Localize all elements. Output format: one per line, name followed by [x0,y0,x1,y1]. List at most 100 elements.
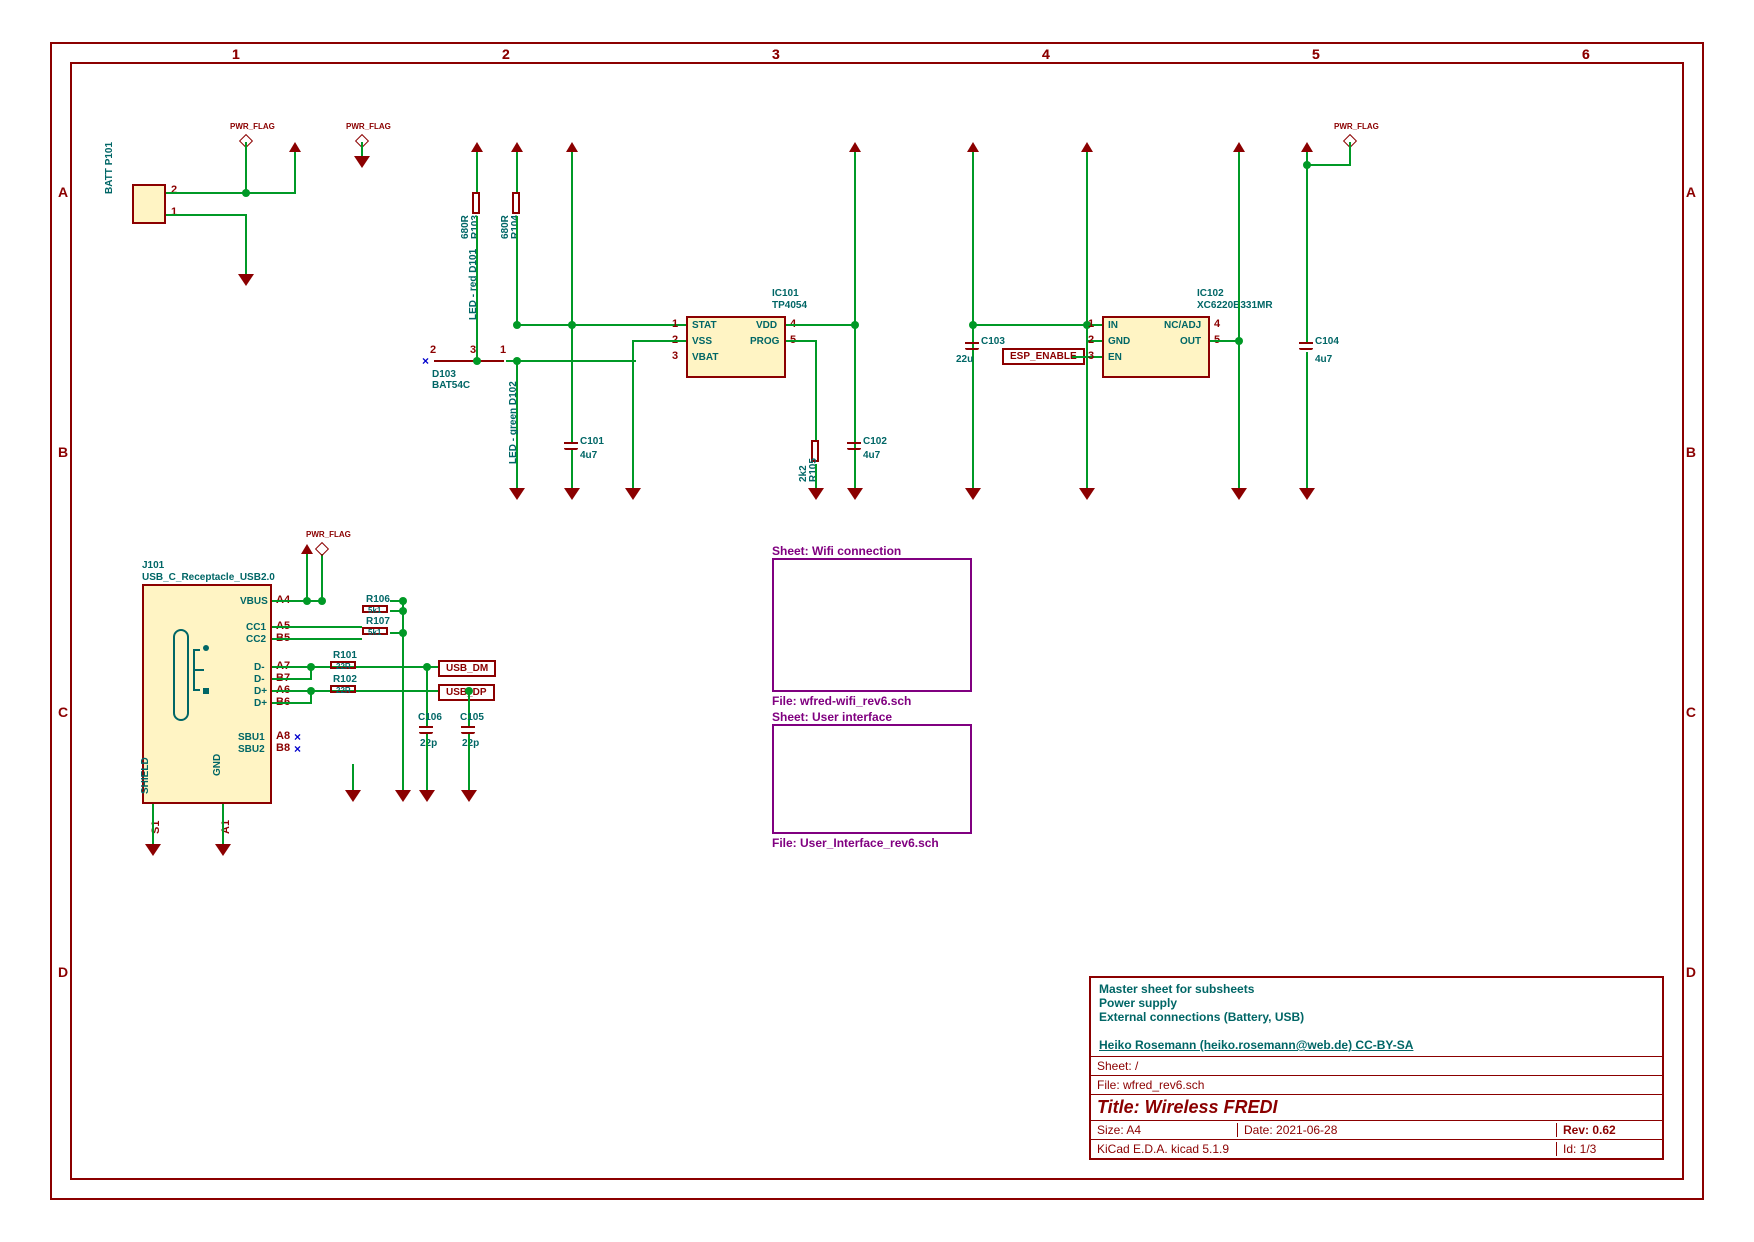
row-tick: B [58,444,68,460]
pin: 1 [500,344,506,356]
row-tick: D [1686,964,1696,980]
row-tick: D [58,964,68,980]
usb-cc2: CC2 [246,634,266,645]
sheet-wifi-title: Sheet: Wifi connection [772,544,901,558]
kicad: KiCad E.D.A. kicad 5.1.9 [1097,1142,1556,1156]
usb-ref: J101 [142,560,164,571]
ic102-in: IN [1108,320,1118,331]
r104-val: 680R [500,215,511,239]
r102-ref: R102 [333,674,357,685]
ic102-val: XC6220B331MR [1197,300,1273,311]
ic102-out: OUT [1180,336,1201,347]
r103-val: 680R [460,215,471,239]
ic101-stat: STAT [692,320,717,331]
c105-ref: C105 [460,712,484,723]
c104-val: 4u7 [1315,354,1332,365]
ic101-vss: VSS [692,336,712,347]
date: Date: 2021-06-28 [1237,1123,1556,1137]
usb-vbus: VBUS [240,596,268,607]
desc1: Master sheet for subsheets [1099,982,1654,996]
r101-ref: R101 [333,650,357,661]
schematic-frame-outer: 1 2 3 4 5 6 1 2 3 4 5 6 A B C D A B C D … [50,42,1704,1200]
c106-ref: C106 [418,712,442,723]
usb-dp: D+ [254,698,267,709]
ic101-vbat: VBAT [692,352,718,363]
author: Heiko Rosemann (heiko.rosemann@web.de) C… [1099,1038,1654,1052]
c102-val: 4u7 [863,450,880,461]
usb-icon [172,620,212,730]
c104-ref: C104 [1315,336,1339,347]
hlabel-usb-dm: USB_DM [438,660,496,677]
id: Id: 1/3 [1556,1142,1656,1156]
ic101-vdd: VDD [756,320,777,331]
row-tick: A [58,184,68,200]
c101-val: 4u7 [580,450,597,461]
pwr-flag: PWR_FLAG [1334,122,1379,131]
pin: 1 [171,206,177,218]
sheet-wifi[interactable] [772,558,972,692]
sheet-ui-title: Sheet: User interface [772,710,892,724]
r107-ref: R107 [366,616,390,627]
led-green: LED - green D102 [508,381,519,464]
usb-cc1: CC1 [246,622,266,633]
component-r104 [512,192,520,214]
usb-gnd: GND [212,754,223,776]
usb-sbu2: SBU2 [238,744,265,755]
c103-ref: C103 [981,336,1005,347]
d103-ref: D103 [432,369,456,380]
pin: 1 [672,318,678,330]
usb-shield: SHIELD [140,757,151,794]
c103-val: 22u [956,354,973,365]
d103-val: BAT54C [432,380,470,391]
no-connect: × [422,354,429,368]
component-c102 [847,442,861,450]
title: Title: Wireless FREDI [1097,1097,1278,1118]
r107-val: 5k1 [368,628,381,637]
component-r103 [472,192,480,214]
schematic-frame-inner: BATT P101 2 1 PWR_FLAG PWR_FLAG R103 680… [70,62,1684,1180]
pin: A8 [276,730,290,742]
ic102-gnd: GND [1108,336,1130,347]
row-tick: B [1686,444,1696,460]
sheet-ui[interactable] [772,724,972,834]
r105-ref: R105 [808,458,819,482]
pwr-flag: PWR_FLAG [306,530,351,539]
usb-dp: D+ [254,686,267,697]
ic101-ref: IC101 [772,288,799,299]
usb-dm: D- [254,662,265,673]
size: Size: A4 [1097,1123,1237,1137]
no-connect: × [294,742,301,756]
sheet-wifi-file: File: wfred-wifi_rev6.sch [772,694,911,708]
usb-val: USB_C_Receptacle_USB2.0 [142,572,275,583]
r102-val: 22R [336,686,351,695]
r105-val: 2k2 [798,465,809,482]
ic102-ref: IC102 [1197,288,1224,299]
r106-val: 5k1 [368,606,381,615]
rev: Rev: 0.62 [1556,1123,1656,1137]
desc3: External connections (Battery, USB) [1099,1010,1654,1024]
ic102-nc: NC/ADJ [1164,320,1201,331]
component-batt [132,184,166,224]
label-batt: BATT P101 [104,142,115,194]
component-c101 [564,442,578,450]
component-c104 [1299,342,1313,350]
row-tick: A [1686,184,1696,200]
c106-val: 22p [420,738,437,749]
component-c106 [419,726,433,734]
file: File: wfred_rev6.sch [1097,1078,1204,1092]
usb-sbu1: SBU1 [238,732,265,743]
usb-dm: D- [254,674,265,685]
row-tick: C [58,704,68,720]
r101-val: 22R [336,662,351,671]
pwr-flag: PWR_FLAG [230,122,275,131]
pin: 2 [430,344,436,356]
pin: 2 [171,184,177,196]
row-tick: C [1686,704,1696,720]
pin: 3 [672,350,678,362]
title-block: Master sheet for subsheets Power supply … [1089,976,1664,1160]
desc2: Power supply [1099,996,1654,1010]
led-red: LED - red D101 [468,249,479,320]
component-c105 [461,726,475,734]
c101-ref: C101 [580,436,604,447]
ic101-prog: PROG [750,336,779,347]
